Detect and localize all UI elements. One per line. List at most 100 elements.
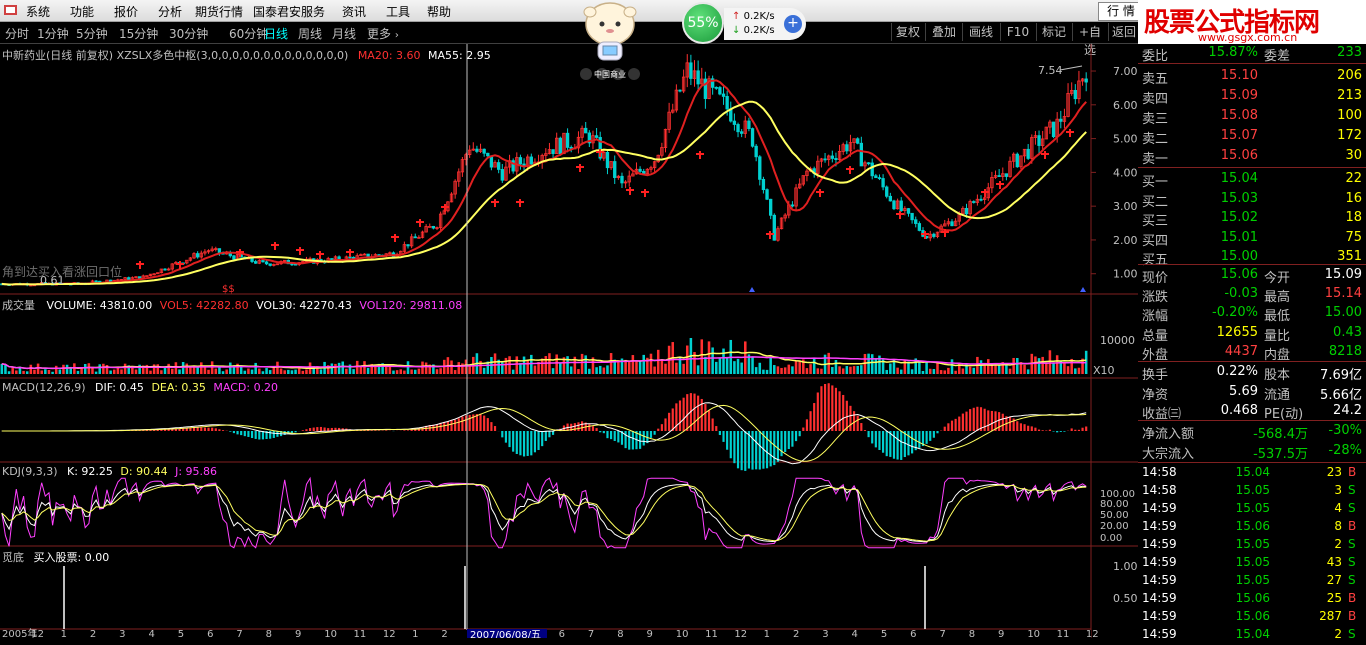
menu-item-futures[interactable]: 期货行情 xyxy=(195,3,243,20)
stat-row: 外盘 4437 内盘 8218 xyxy=(1142,343,1362,363)
period-tab-weekly[interactable]: 周线 xyxy=(298,25,322,42)
menu-item-function[interactable]: 功能 xyxy=(70,3,94,20)
ask-row[interactable]: 卖二 15.07 172 xyxy=(1138,127,1366,147)
bid-row[interactable]: 买二 15.03 16 xyxy=(1138,190,1366,210)
bid-row[interactable]: 买一 15.04 22 xyxy=(1138,170,1366,190)
candle-body xyxy=(594,135,599,138)
menu-item-help[interactable]: 帮助 xyxy=(427,3,451,20)
signal-marker xyxy=(346,249,354,257)
date-axis-label: 11 xyxy=(705,629,718,638)
adjust-button[interactable]: 复权 xyxy=(891,23,924,41)
bottom-tick-label: 1.00 xyxy=(1113,560,1138,573)
menu-item-tools[interactable]: 工具 xyxy=(386,3,410,20)
period-tab-1min[interactable]: 1分钟 xyxy=(37,25,69,42)
candle-body xyxy=(482,148,486,154)
ask-row[interactable]: 卖四 15.09 213 xyxy=(1138,87,1366,107)
volume-tick-label: 10000 xyxy=(1100,334,1135,347)
tick-trade-row: 14:59 15.05 27 S xyxy=(1142,573,1356,587)
upload-speed: ↑ 0.2K/s xyxy=(732,11,775,22)
signal-marker xyxy=(271,242,279,250)
menu-item-system[interactable]: 系统 xyxy=(26,3,50,20)
back-button[interactable]: 返回 xyxy=(1108,23,1139,41)
cpu-percent-badge: 55% xyxy=(682,2,724,44)
expand-plus-icon[interactable]: + xyxy=(784,15,802,33)
candle-body xyxy=(906,208,911,214)
period-tab-daily[interactable]: 日线 xyxy=(264,25,288,42)
volume-unit-label: X10 xyxy=(1093,364,1115,377)
date-axis-label: 10 xyxy=(676,629,689,638)
candle-body xyxy=(772,214,776,241)
candle-body xyxy=(330,258,334,260)
high-price-label: 7.54 xyxy=(1038,64,1063,77)
fundamental-row: 换手 0.22% 股本 7.69亿 xyxy=(1142,364,1362,383)
ask-row[interactable]: 卖三 15.08 100 xyxy=(1138,107,1366,127)
period-tab-15min[interactable]: 15分钟 xyxy=(119,25,158,42)
fund-flow-row: 大宗流入 -537.5万 -28% xyxy=(1142,442,1362,462)
date-axis-label: 6 xyxy=(559,629,565,638)
f10-button[interactable]: F10 xyxy=(1000,23,1035,41)
date-axis-label: 11 xyxy=(354,629,367,638)
period-tab-30min[interactable]: 30分钟 xyxy=(169,25,208,42)
menu-item-quote[interactable]: 报价 xyxy=(114,3,138,20)
candle-body xyxy=(877,177,882,180)
candle-body xyxy=(736,124,740,133)
add-watchlist-button[interactable]: +自选 xyxy=(1072,23,1107,57)
brand-banner: 股票公式指标网 www.gsgx.com.cn xyxy=(1138,0,1366,44)
candle-body xyxy=(845,144,849,152)
date-axis-label: 4 xyxy=(148,629,154,638)
signal-marker xyxy=(136,261,144,269)
date-axis-label: 6 xyxy=(207,629,213,638)
candle-body xyxy=(678,89,682,92)
period-tab-60min[interactable]: 60分钟 xyxy=(229,25,268,42)
period-tab-timeshare[interactable]: 分时 xyxy=(5,25,29,42)
date-axis-label: 6 xyxy=(910,629,916,638)
date-axis-label: 8 xyxy=(266,629,272,638)
tick-trade-row: 14:58 15.05 3 S xyxy=(1142,483,1356,497)
candle-body xyxy=(163,268,167,271)
date-axis-label: 10 xyxy=(324,629,337,638)
signal-marker xyxy=(576,164,584,172)
date-axis-label: 4 xyxy=(852,629,858,638)
kdj-tick-label: 20.00 xyxy=(1100,521,1129,532)
period-tab-5min[interactable]: 5分钟 xyxy=(76,25,108,42)
overlay-button[interactable]: 叠加 xyxy=(925,23,962,41)
menu-item-news[interactable]: 资讯 xyxy=(342,3,366,20)
candle-body xyxy=(348,256,352,259)
candle-body xyxy=(899,200,903,211)
period-tab-monthly[interactable]: 月线 xyxy=(332,25,356,42)
date-axis-label: 7 xyxy=(939,629,945,638)
ma55-label: MA55: 2.95 xyxy=(428,49,491,62)
bottom-panel-title: 觅底 买入股票: 0.00 xyxy=(2,551,110,564)
candle-body xyxy=(268,263,272,266)
ask-row[interactable]: 卖一 15.06 30 xyxy=(1138,147,1366,167)
period-toolbar: 分时 1分钟 5分钟 15分钟 30分钟 60分钟 日线 周线 月线 更多 › … xyxy=(0,22,1139,57)
candle-body xyxy=(914,219,918,224)
net-panel: ↑ 0.2K/s ↓ 0.2K/s + xyxy=(724,8,806,40)
period-tab-more[interactable]: 更多 › xyxy=(367,25,399,42)
candle-body xyxy=(754,145,758,158)
kline-chart[interactable]: 7.00 6.00 5.00 4.00 3.00 2.00 1.00 10000 X10 10 0… xyxy=(0,44,1138,638)
menu-item-analysis[interactable]: 分析 xyxy=(158,3,182,20)
bid-row[interactable]: 买三 15.02 18 xyxy=(1138,209,1366,229)
triangle-marker xyxy=(1080,287,1086,292)
bottom-tick-label: 0.50 xyxy=(1113,592,1138,605)
candle-body xyxy=(689,62,693,79)
signal-marker xyxy=(696,151,704,159)
draw-line-button[interactable]: 画线 xyxy=(962,23,999,41)
signal-marker xyxy=(316,251,324,259)
mark-button[interactable]: 标记 xyxy=(1036,23,1071,41)
kdj-tick-label: 0.00 xyxy=(1100,533,1122,544)
menu-item-broker-service[interactable]: 国泰君安服务 xyxy=(253,3,325,20)
candle-body xyxy=(518,157,523,165)
tick-trade-row: 14:59 15.06 8 B xyxy=(1142,519,1357,533)
candle-body xyxy=(1015,153,1019,168)
bid-row[interactable]: 买四 15.01 75 xyxy=(1138,229,1366,249)
price-tick-label: 4.00 xyxy=(1113,166,1138,179)
tick-trade-row: 14:59 15.05 2 S xyxy=(1142,537,1356,551)
candle-body xyxy=(856,138,860,144)
ask-row[interactable]: 卖五 15.10 206 xyxy=(1138,67,1366,87)
candle-body xyxy=(232,255,236,260)
candle-body xyxy=(979,198,983,201)
price-tick-label: 1.00 xyxy=(1113,268,1138,281)
chart-area[interactable]: 7.00 6.00 5.00 4.00 3.00 2.00 1.00 10000 X10 10 0… xyxy=(0,44,1138,638)
